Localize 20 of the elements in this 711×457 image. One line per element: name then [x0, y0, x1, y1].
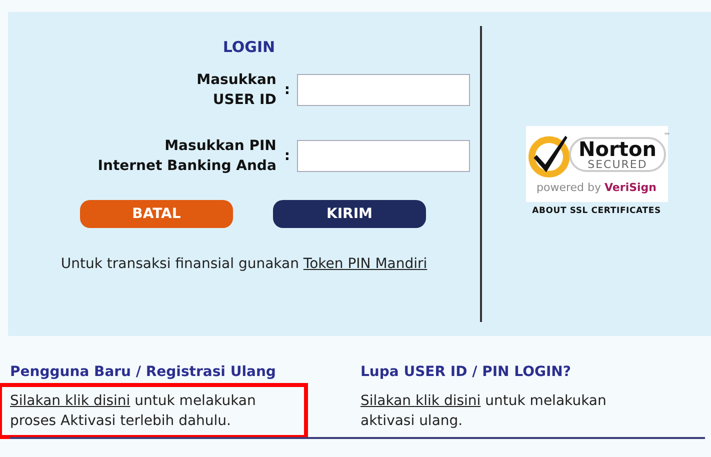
ssl-certificates-link[interactable]: ABOUT SSL CERTIFICATES: [532, 206, 661, 216]
colon-separator: :: [284, 82, 290, 98]
powered-by-text: powered by VeriSign: [536, 181, 656, 194]
colon-separator: :: [284, 148, 290, 164]
activation-link[interactable]: Silakan klik disini: [10, 393, 130, 409]
input-field[interactable]: [297, 140, 470, 172]
section-text: Silakan klik disini untuk melakukan aktivasi ulang.: [360, 392, 608, 431]
token-note: Untuk transaksi finansial gunakan Token PIN Mandiri: [60, 256, 428, 272]
norton-wordmark: Norton: [578, 138, 656, 158]
secured-text: SECURED: [588, 158, 648, 170]
activation-link[interactable]: Silakan klik disini: [360, 393, 481, 409]
field-label: Masukkan USER ID: [196, 71, 276, 110]
token-link[interactable]: Token PIN Mandiri: [303, 256, 428, 272]
input-field[interactable]: [297, 74, 470, 106]
field-label: Masukkan PIN Internet Banking Anda: [98, 137, 276, 176]
submit-button[interactable]: KIRIM: [273, 200, 426, 228]
cancel-button[interactable]: BATAL: [80, 200, 233, 228]
login-title: LOGIN: [222, 38, 276, 56]
section-heading: Lupa USER ID / PIN LOGIN?: [360, 364, 572, 380]
section-heading: Pengguna Baru / Registrasi Ulang: [10, 364, 277, 380]
